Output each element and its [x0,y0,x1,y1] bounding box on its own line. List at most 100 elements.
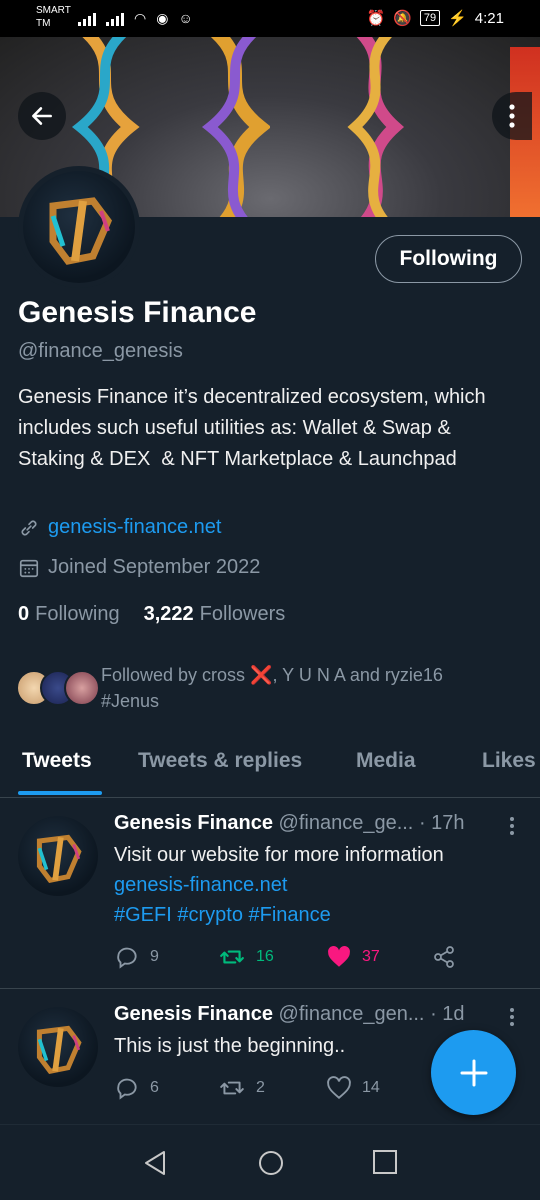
retweet-icon [220,1081,244,1095]
heart-icon [328,946,350,967]
tweet-more-icon[interactable] [508,1007,516,1027]
mute-icon: 🔕 [393,10,412,27]
heart-icon [327,1076,351,1099]
tweet-hashtags[interactable]: #GEFI #crypto #Finance [114,900,444,930]
followed-by-line2: #Jenus [101,691,160,711]
tweet-author-name: Genesis Finance [114,812,273,834]
tweet-avatar[interactable] [18,1007,98,1087]
reply-action[interactable]: 9 [114,944,218,970]
follow-stats: 0 Following 3,222 Followers [18,603,285,626]
joined-row: Joined September 2022 [18,556,260,579]
compose-tweet-button[interactable] [431,1030,516,1115]
followed-by-suffix: , Y U N A and ryzie16 [272,665,443,685]
follower-avatars [16,670,100,706]
retweet-icon [220,950,244,964]
profile-avatar[interactable] [18,166,140,288]
tweet-header: Genesis Finance @finance_ge... · 17h [114,812,504,835]
messenger-icon: ◉ [156,10,169,26]
tweet-header: Genesis Finance @finance_gen... · 1d [114,1003,504,1026]
signal-2-icon [106,12,124,26]
like-count: 37 [362,948,380,965]
tweet-author-handle: @finance_gen... [278,1003,425,1025]
status-left-icons: ◠ ◉ ☺ [78,10,193,26]
tweet-time: · 17h [418,812,465,834]
cross-mark-icon: ❌ [250,665,273,685]
followed-by-text: Followed by cross ❌, Y U N A and ryzie16… [101,662,521,714]
system-nav-bar [0,1124,540,1200]
tweet-card[interactable]: Genesis Finance @finance_ge... · 17h Vis… [0,812,540,987]
carrier-label: SMART TM [36,5,71,29]
retweet-action[interactable]: 16 [218,944,326,970]
signal-icon [78,12,96,26]
back-arrow-icon [32,107,52,125]
tweet-divider [0,988,540,989]
following-stat[interactable]: 0 Following [18,603,120,626]
nav-recents-icon[interactable] [372,1149,398,1175]
tab-tweets[interactable]: Tweets [22,749,92,773]
reply-action[interactable]: 6 [114,1075,218,1101]
tweet-avatar[interactable] [18,816,98,896]
reply-icon [117,1078,137,1100]
website-link[interactable]: genesis-finance.net [48,516,221,539]
profile-tabs: Tweets Tweets & replies Media Likes [0,740,540,798]
followers-stat[interactable]: 3,222 Followers [144,603,286,626]
like-action[interactable]: 37 [326,944,432,970]
wifi-icon: ◠ [134,10,147,26]
tweet-more-icon[interactable] [508,816,516,836]
clock: 4:21 [474,9,504,27]
link-icon [21,520,37,535]
like-count: 14 [362,1079,380,1096]
like-action[interactable]: 14 [326,1075,432,1101]
tab-media[interactable]: Media [356,749,416,773]
tweet-author-name: Genesis Finance [114,1003,273,1025]
profile-bio: Genesis Finance it’s decentralized ecosy… [18,386,492,470]
notification-icon: ☺ [178,10,193,26]
following-count: 0 [18,603,30,625]
share-icon [434,946,454,968]
retweet-count: 2 [256,1079,265,1096]
tweet-time: · 1d [430,1003,465,1025]
back-button[interactable] [18,92,66,140]
more-options-button[interactable] [492,92,532,140]
followed-by-row[interactable]: Followed by cross ❌, Y U N A and ryzie16… [16,662,526,718]
followers-count: 3,222 [143,603,194,625]
alarm-icon: ⏰ [366,10,386,27]
status-right: ⏰ 🔕 79 ⚡ 4:21 [366,9,504,28]
battery-indicator: 79 [419,10,441,26]
reply-count: 9 [150,948,159,965]
followers-label: Followers [199,603,286,625]
tweet-author-handle: @finance_ge... [278,812,414,834]
following-label: Following [35,603,120,625]
tweet-body: Visit our website for more information [114,844,444,866]
banner-helix-art-2 [202,37,270,217]
genesis-logo [36,1025,82,1075]
retweet-count: 16 [256,948,274,965]
tab-tweets-replies[interactable]: Tweets & replies [138,749,302,773]
following-button[interactable]: Following [375,235,522,283]
reply-count: 6 [150,1079,159,1096]
genesis-logo [36,834,82,884]
genesis-logo [49,197,113,265]
followed-by-prefix: Followed by cross [101,665,251,685]
tweet-link[interactable]: genesis-finance.net [114,870,444,900]
tweet-actions: 9 16 37 [114,944,456,970]
banner-helix-art-3 [347,37,405,217]
nav-home-icon[interactable] [257,1149,285,1177]
tweet-actions: 6 2 14 [114,1075,432,1101]
calendar-icon [19,559,39,577]
reply-icon [117,947,137,969]
tweet-text: Visit our website for more information g… [114,840,444,930]
profile-name: Genesis Finance [18,296,257,329]
tab-likes[interactable]: Likes [482,749,536,773]
active-tab-indicator [18,791,102,795]
status-bar: SMART TM ◠ ◉ ☺ ⏰ 🔕 79 ⚡ 4:21 [0,0,540,37]
website-row[interactable]: genesis-finance.net [18,516,221,539]
tweet-body: This is just the beginning.. [114,1035,346,1057]
more-vertical-icon [509,104,515,128]
retweet-action[interactable]: 2 [218,1075,326,1101]
charging-icon: ⚡ [448,10,467,27]
nav-back-icon[interactable] [142,1149,168,1177]
follower-avatar [64,670,100,706]
profile-handle: @finance_genesis [18,340,183,362]
share-action[interactable] [432,945,456,969]
